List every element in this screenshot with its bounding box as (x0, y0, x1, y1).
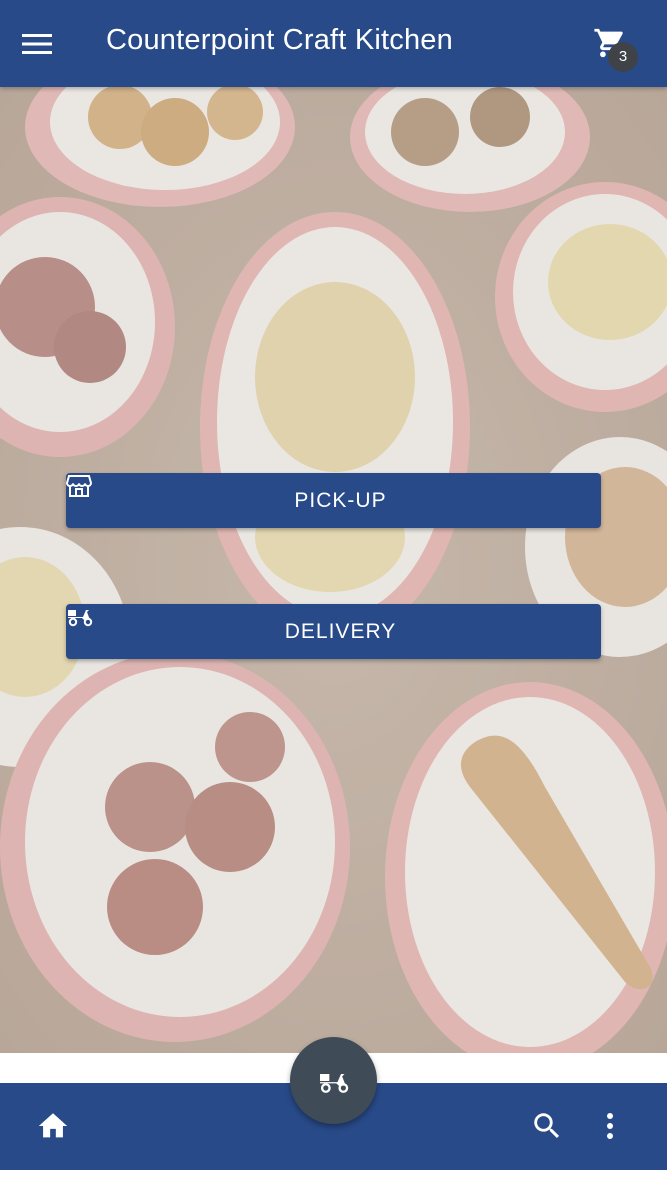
home-icon (38, 1113, 68, 1138)
scooter-icon (319, 1073, 348, 1093)
delivery-label: DELIVERY (284, 619, 397, 643)
pickup-label: PICK-UP (294, 488, 387, 512)
delivery-fab-button[interactable] (290, 1037, 377, 1124)
more-options-button[interactable] (600, 1109, 620, 1145)
bottom-safe-area (0, 1170, 667, 1179)
cart-button[interactable]: 3 (588, 24, 644, 74)
pickup-button[interactable]: PICK-UP (66, 473, 601, 528)
more-vertical-icon (607, 1113, 613, 1139)
delivery-button[interactable]: DELIVERY (66, 604, 601, 659)
menu-button[interactable] (22, 28, 66, 60)
search-button[interactable] (530, 1109, 566, 1145)
app-screen: Counterpoint Craft Kitchen 3 PICK-UP DEL… (0, 0, 667, 1179)
cart-count-badge: 3 (608, 42, 638, 72)
search-icon (534, 1113, 560, 1139)
home-button[interactable] (36, 1109, 76, 1145)
hero-food-image: PICK-UP DELIVERY (0, 87, 667, 1053)
top-app-bar: Counterpoint Craft Kitchen 3 (0, 0, 667, 87)
hamburger-menu-icon (22, 34, 52, 54)
app-title: Counterpoint Craft Kitchen (106, 24, 453, 56)
